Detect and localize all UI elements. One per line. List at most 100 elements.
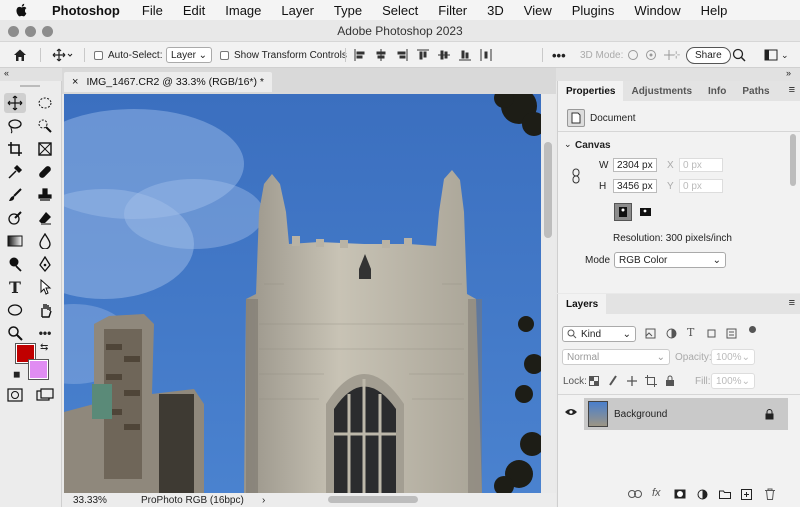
3d-orbit-icon[interactable] bbox=[627, 49, 639, 61]
more-options-icon[interactable]: ••• bbox=[552, 42, 566, 68]
align-left-edges-icon[interactable] bbox=[354, 49, 366, 61]
zoom-level[interactable]: 33.33% bbox=[73, 495, 107, 506]
new-layer-icon[interactable] bbox=[741, 489, 752, 500]
landscape-orientation-button[interactable] bbox=[636, 203, 654, 221]
swap-colors-icon[interactable]: ⇆ bbox=[40, 342, 48, 353]
layer-style-fx-icon[interactable]: fx bbox=[652, 487, 661, 499]
eyedropper-tool-icon[interactable] bbox=[4, 162, 26, 182]
menu-app-name[interactable]: Photoshop bbox=[42, 3, 132, 18]
add-mask-icon[interactable] bbox=[674, 489, 686, 499]
color-mode-dropdown[interactable]: RGB Color ⌄ bbox=[614, 252, 726, 268]
align-bottom-edges-icon[interactable] bbox=[459, 49, 471, 61]
properties-scroll-thumb[interactable] bbox=[790, 134, 796, 186]
tab-info[interactable]: Info bbox=[700, 81, 734, 101]
opacity-field[interactable]: 100% ⌄ bbox=[711, 349, 755, 365]
adjustment-layer-icon[interactable] bbox=[697, 489, 708, 500]
blur-tool-icon[interactable] bbox=[34, 231, 56, 251]
close-document-icon[interactable]: × bbox=[72, 76, 78, 88]
menu-image[interactable]: Image bbox=[215, 3, 271, 18]
transform-controls-checkbox[interactable]: Show Transform Controls bbox=[220, 42, 347, 68]
document-tab[interactable]: × IMG_1467.CR2 @ 33.3% (RGB/16*) * bbox=[64, 72, 273, 92]
tab-adjustments[interactable]: Adjustments bbox=[623, 81, 700, 101]
panel-menu-icon[interactable]: ≡ bbox=[783, 84, 800, 101]
filter-toggle-icon[interactable] bbox=[749, 326, 756, 333]
history-brush-tool-icon[interactable] bbox=[4, 208, 26, 228]
tab-paths[interactable]: Paths bbox=[734, 81, 777, 101]
hand-tool-icon[interactable] bbox=[34, 300, 56, 320]
search-icon[interactable] bbox=[732, 42, 746, 68]
new-group-icon[interactable] bbox=[719, 489, 731, 499]
pen-tool-icon[interactable] bbox=[34, 254, 56, 274]
lock-all-icon[interactable] bbox=[665, 375, 675, 387]
link-layers-icon[interactable] bbox=[628, 490, 642, 498]
ellipse-tool-icon[interactable] bbox=[4, 300, 26, 320]
move-tool-icon[interactable] bbox=[4, 93, 26, 113]
filter-type-icon[interactable]: T bbox=[687, 326, 694, 339]
menu-filter[interactable]: Filter bbox=[428, 3, 477, 18]
collapse-toolbar-icon[interactable]: « bbox=[4, 68, 9, 78]
auto-select-target-dropdown[interactable]: Layer ⌄ bbox=[166, 47, 212, 63]
layer-row-background[interactable]: Background bbox=[584, 398, 788, 430]
quick-selection-tool-icon[interactable] bbox=[34, 116, 56, 136]
share-button[interactable]: Share bbox=[686, 46, 731, 64]
filter-adjustment-icon[interactable] bbox=[666, 328, 677, 339]
lock-artboard-icon[interactable] bbox=[645, 375, 657, 387]
move-tool-preset-icon[interactable] bbox=[52, 42, 74, 68]
home-icon[interactable] bbox=[12, 42, 28, 68]
delete-layer-icon[interactable] bbox=[765, 488, 775, 500]
background-color-swatch[interactable] bbox=[28, 359, 49, 380]
menu-3d[interactable]: 3D bbox=[477, 3, 514, 18]
height-field[interactable]: 3456 px bbox=[613, 179, 657, 193]
document-canvas[interactable] bbox=[64, 94, 541, 493]
chevron-down-icon[interactable]: ⌄ bbox=[564, 139, 572, 150]
menu-layer[interactable]: Layer bbox=[271, 3, 324, 18]
brush-tool-icon[interactable] bbox=[4, 185, 26, 205]
distribute-icon[interactable] bbox=[480, 49, 492, 61]
crop-tool-icon[interactable] bbox=[4, 139, 26, 159]
frame-tool-icon[interactable] bbox=[34, 139, 56, 159]
layer-visibility-eye-icon[interactable] bbox=[565, 408, 577, 416]
apple-icon[interactable] bbox=[14, 2, 30, 18]
menu-edit[interactable]: Edit bbox=[173, 3, 215, 18]
quick-mask-icon[interactable] bbox=[4, 385, 26, 405]
path-selection-tool-icon[interactable] bbox=[34, 277, 56, 297]
align-horizontal-centers-icon[interactable] bbox=[375, 49, 387, 61]
link-dimensions-icon[interactable] bbox=[571, 168, 581, 187]
menu-window[interactable]: Window bbox=[624, 3, 690, 18]
x-field[interactable]: 0 px bbox=[679, 158, 723, 172]
healing-brush-tool-icon[interactable] bbox=[34, 162, 56, 182]
clone-stamp-tool-icon[interactable] bbox=[34, 185, 56, 205]
filter-smart-object-icon[interactable] bbox=[726, 328, 737, 339]
layer-name[interactable]: Background bbox=[614, 409, 667, 420]
portrait-orientation-button[interactable] bbox=[614, 203, 632, 221]
menu-select[interactable]: Select bbox=[372, 3, 428, 18]
edit-toolbar-icon[interactable]: ••• bbox=[34, 323, 56, 343]
tab-properties[interactable]: Properties bbox=[558, 81, 624, 101]
menu-type[interactable]: Type bbox=[324, 3, 372, 18]
tab-layers[interactable]: Layers bbox=[558, 294, 607, 314]
align-top-edges-icon[interactable] bbox=[417, 49, 429, 61]
fill-field[interactable]: 100% ⌄ bbox=[711, 373, 755, 389]
panel-menu-icon[interactable]: ≡ bbox=[783, 297, 800, 314]
auto-select-checkbox[interactable]: Auto-Select: bbox=[94, 42, 162, 68]
3d-roll-icon[interactable] bbox=[645, 49, 657, 61]
menu-view[interactable]: View bbox=[514, 3, 562, 18]
menu-help[interactable]: Help bbox=[691, 3, 738, 18]
dodge-tool-icon[interactable] bbox=[4, 254, 26, 274]
blend-mode-dropdown[interactable]: Normal ⌄ bbox=[562, 349, 670, 365]
status-menu-arrow-icon[interactable]: › bbox=[262, 495, 265, 506]
lock-transparent-pixels-icon[interactable] bbox=[589, 376, 599, 386]
marquee-tool-icon[interactable] bbox=[34, 93, 56, 113]
type-tool-icon[interactable]: T bbox=[4, 277, 26, 297]
3d-slide-icon[interactable]: ⊹ bbox=[672, 42, 680, 68]
eraser-tool-icon[interactable] bbox=[34, 208, 56, 228]
gradient-tool-icon[interactable] bbox=[4, 231, 26, 251]
align-vertical-centers-icon[interactable] bbox=[438, 49, 450, 61]
default-colors-icon[interactable]: ◼ bbox=[13, 369, 20, 380]
vertical-scrollbar[interactable] bbox=[541, 94, 555, 493]
menu-file[interactable]: File bbox=[132, 3, 173, 18]
workspace-icon[interactable]: ⌄ bbox=[764, 42, 789, 68]
lock-position-icon[interactable] bbox=[626, 375, 638, 387]
lock-image-pixels-icon[interactable] bbox=[608, 375, 618, 387]
menu-plugins[interactable]: Plugins bbox=[562, 3, 625, 18]
